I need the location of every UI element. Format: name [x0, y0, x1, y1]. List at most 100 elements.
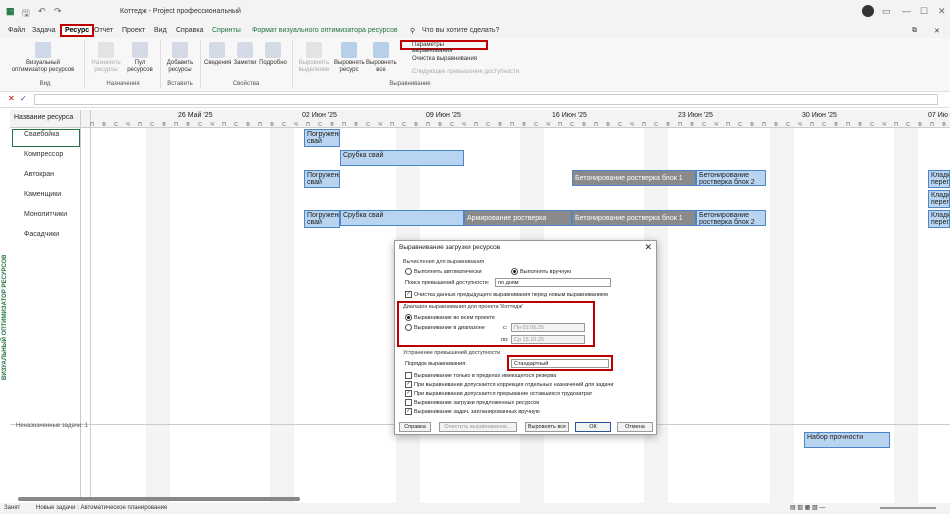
view-icons[interactable]: ▤ ▥ ▦ ▧ — — [790, 504, 825, 511]
close-icon[interactable]: ✕ — [644, 242, 652, 253]
add-resources-button[interactable]: Добавить ресурсы — [164, 42, 196, 74]
close-doc-icon[interactable]: ✕ — [934, 27, 940, 35]
task-bar[interactable]: Погружение свай — [304, 129, 340, 147]
notes-button[interactable]: Заметки — [232, 42, 258, 67]
checkbox-adjust[interactable]: При выравнивании допускается коррекция о… — [405, 381, 613, 388]
tab-project[interactable]: Проект — [122, 27, 145, 34]
tab-resource[interactable]: Ресурс — [60, 24, 95, 37]
level-all-button[interactable]: Выровнять все — [525, 422, 569, 432]
restore-icon[interactable]: ⧉ — [912, 27, 917, 35]
ribbon-display-icon[interactable]: ▭ — [882, 6, 891, 17]
level-selection-button[interactable]: Выровнять выделение — [296, 42, 332, 74]
details-button[interactable]: Подробно — [258, 42, 288, 67]
task-bar[interactable]: Срубка свай — [340, 150, 464, 166]
checkbox-clear[interactable]: Очистка данных предыдущего выравнивания … — [405, 291, 608, 298]
to-date[interactable]: Ср 15.10.25 — [511, 335, 585, 344]
task-bar[interactable]: Армирование ростверка — [464, 210, 572, 226]
cancel-icon[interactable]: ✕ — [8, 94, 15, 103]
weekend-shade — [158, 128, 170, 508]
radio-auto[interactable]: Выполнять автоматически — [405, 268, 482, 275]
checkbox-split[interactable]: При выравнивании допускается прерывание … — [405, 390, 592, 397]
day-label: С — [906, 122, 910, 128]
day-label: С — [366, 122, 370, 128]
task-bar[interactable]: Кладка перегр — [928, 210, 950, 228]
save-icon[interactable]: 🖫 — [22, 6, 30, 22]
task-bar[interactable]: Срубка свай — [340, 210, 464, 226]
section-range: Диапазон выравнивания для проекта 'Котте… — [403, 304, 524, 310]
horizontal-scrollbar[interactable] — [18, 497, 300, 501]
redo-icon[interactable]: ↷ — [54, 6, 62, 17]
day-label: Ч — [714, 122, 718, 128]
cancel-button[interactable]: Отмена — [617, 422, 653, 432]
search-select[interactable]: по дням — [495, 278, 611, 287]
day-label: П — [558, 122, 562, 128]
order-select[interactable]: Стандартный — [511, 359, 609, 368]
day-label: П — [222, 122, 226, 128]
task-bar[interactable]: Набор прочности — [804, 432, 890, 448]
clear-leveling-button[interactable]: Очистка выравнивания — [402, 56, 477, 63]
tab-view[interactable]: Вид — [154, 27, 167, 34]
radio-whole[interactable]: Выравнивание во всем проекте — [405, 314, 495, 321]
day-label: Ч — [798, 122, 802, 128]
next-overallocation-button[interactable]: Следующее превышение доступности — [402, 69, 519, 76]
tab-vro-format[interactable]: Формат визуального оптимизатора ресурсов — [252, 27, 398, 34]
from-date[interactable]: Пн 02.06.25 — [511, 323, 585, 332]
checkbox-slack[interactable]: Выравнивание только в пределах имеющегос… — [405, 372, 556, 379]
visual-optimizer-button[interactable]: Визуальный оптимизатор ресурсов — [8, 42, 78, 74]
maximize-icon[interactable]: ☐ — [920, 6, 928, 17]
minimize-icon[interactable]: — — [902, 6, 911, 16]
undo-icon[interactable]: ↶ — [38, 6, 46, 17]
radio-range[interactable]: Выравнивание в диапазоне — [405, 324, 485, 331]
resource-name[interactable]: Монолитчики — [24, 211, 67, 218]
resource-name[interactable]: Компрессор — [24, 151, 63, 158]
day-label: П — [342, 122, 346, 128]
task-bar[interactable]: Погружение свай — [304, 170, 340, 188]
ok-button[interactable]: ОК — [575, 422, 611, 432]
task-bar[interactable]: Погружение свай — [304, 210, 340, 228]
check-icon[interactable]: ✓ — [20, 94, 27, 103]
column-header-resource-name[interactable]: Название ресурса — [14, 114, 73, 121]
details-icon — [265, 42, 281, 58]
resource-name[interactable]: Фасадчики — [24, 231, 59, 238]
task-bar[interactable]: Кладка перегр — [928, 170, 950, 188]
task-bar[interactable]: Бетонирование ростверка блок 2 — [696, 170, 766, 186]
checkbox-manual-tasks[interactable]: Выравнивание задач, запланированных вруч… — [405, 408, 540, 415]
status-ready: Занят — [4, 505, 21, 511]
tab-task[interactable]: Задача — [32, 27, 56, 34]
task-bar[interactable]: Бетонирование ростверка блок 1 — [572, 210, 696, 226]
day-label: В — [270, 122, 274, 128]
new-tasks-mode[interactable]: Новые задачи : Автоматическое планирован… — [36, 505, 167, 511]
day-label: С — [198, 122, 202, 128]
level-resource-button[interactable]: Выровнять ресурс — [334, 42, 365, 74]
task-bar[interactable]: Бетонирование ростверка блок 2 — [696, 210, 766, 226]
search-input[interactable]: Что вы хотите сделать? — [422, 27, 499, 34]
people-icon — [98, 42, 114, 58]
tab-report[interactable]: Отчет — [94, 27, 113, 34]
info-button[interactable]: Сведения — [204, 42, 231, 67]
resource-name[interactable]: Автокран — [24, 171, 54, 178]
resource-name[interactable]: Сваебойка — [24, 131, 59, 138]
task-bar[interactable]: Бетонирование ростверка блок 1 — [572, 170, 696, 186]
day-label: Ч — [546, 122, 550, 128]
week-label: 09 Июн '25 — [426, 112, 461, 119]
clear-leveling-button[interactable]: Очистить выравнивание... — [439, 422, 517, 432]
resource-pool-button[interactable]: Пул ресурсов — [124, 42, 156, 74]
assign-resources-button[interactable]: Назначить ресурсы — [90, 42, 122, 74]
tab-help[interactable]: Справка — [176, 27, 203, 34]
level-icon — [306, 42, 322, 58]
entry-input[interactable] — [34, 94, 938, 105]
level-all-button[interactable]: Выровнять все — [366, 42, 397, 74]
leveling-options-button[interactable]: Параметры выравнивания — [400, 40, 488, 54]
close-icon[interactable]: ✕ — [938, 6, 946, 17]
resource-name[interactable]: Каменщики — [24, 191, 61, 198]
day-label: В — [522, 122, 526, 128]
zoom-slider[interactable] — [880, 507, 936, 509]
weekend-shade — [782, 128, 794, 508]
radio-manual[interactable]: Выполнять вручную — [511, 268, 571, 275]
tab-file[interactable]: Файл — [8, 27, 25, 34]
task-bar[interactable]: Кладка перегр — [928, 190, 950, 208]
avatar[interactable] — [862, 5, 874, 17]
tab-sprints[interactable]: Спринты — [212, 27, 241, 34]
checkbox-proposed[interactable]: Выравнивание загрузки предложенных ресур… — [405, 399, 539, 406]
help-button[interactable]: Справка — [399, 422, 431, 432]
